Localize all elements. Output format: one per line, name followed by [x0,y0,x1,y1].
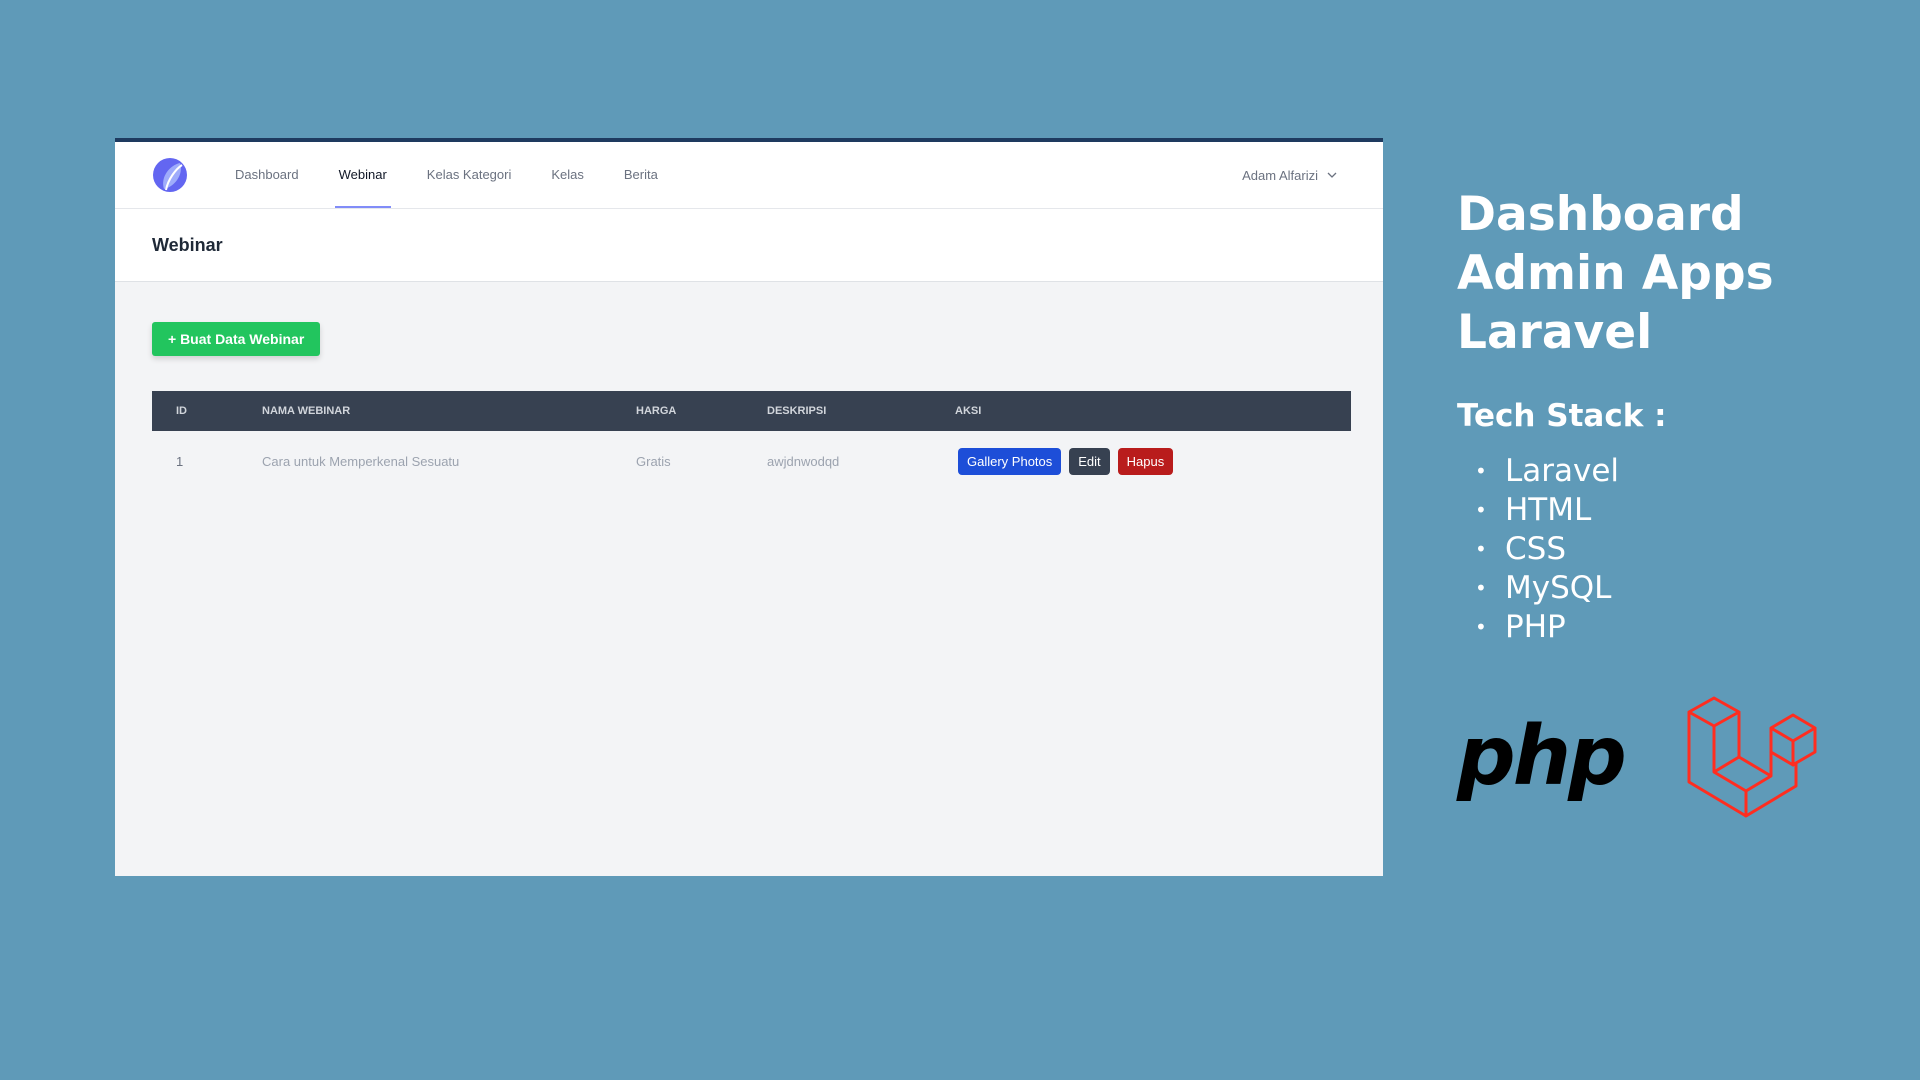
php-logo: php [1457,709,1627,804]
promo-title-line: Admin Apps [1457,246,1774,301]
header-nama-webinar: NAMA WEBINAR [262,405,351,417]
app-screenshot: Dashboard Webinar Kelas Kategori Kelas B… [115,138,1383,876]
tech-stack-item: MySQL [1457,569,1887,608]
promo-text: Dashboard Admin Apps Laravel Tech Stack … [1457,185,1887,647]
header-deskripsi: DESKRIPSI [767,405,827,417]
logo-icon[interactable] [152,157,188,193]
table-row: 1 Cara untuk Memperkenal Sesuatu Gratis … [152,431,1351,491]
user-menu[interactable]: Adam Alfarizi [1242,142,1338,208]
tech-stack-item: CSS [1457,530,1887,569]
laravel-logo-icon [1687,696,1817,818]
nav-item-dashboard[interactable]: Dashboard [231,142,303,208]
nav-item-kelas-kategori[interactable]: Kelas Kategori [423,142,516,208]
page-title: Webinar [152,234,223,255]
table-header-row: ID NAMA WEBINAR HARGA DESKRIPSI AKSI [152,391,1351,431]
promo-title-line: Laravel [1457,305,1653,360]
cell-nama: Cara untuk Memperkenal Sesuatu [262,453,460,469]
header-harga: HARGA [636,405,677,417]
tech-stack-item: Laravel [1457,452,1887,491]
header-aksi: AKSI [955,405,982,417]
promo-title-line: Dashboard [1457,187,1744,242]
webinar-table: ID NAMA WEBINAR HARGA DESKRIPSI AKSI 1 C… [152,391,1351,491]
create-webinar-button[interactable]: + Buat Data Webinar [152,322,321,356]
nav-links: Dashboard Webinar Kelas Kategori Kelas B… [231,142,694,208]
main-content: + Buat Data Webinar ID NAMA WEBINAR HARG… [115,282,1383,491]
page-header: Webinar [115,209,1383,282]
nav-item-berita[interactable]: Berita [620,142,662,208]
promo-title: Dashboard Admin Apps Laravel [1457,185,1887,362]
header-id: ID [176,405,187,417]
cell-aksi: Gallery Photos Edit Hapus [955,431,1351,491]
cell-deskripsi: awjdnwodqd [767,453,840,469]
tech-stack-item: HTML [1457,491,1887,530]
gallery-photos-button[interactable]: Gallery Photos [958,447,1062,475]
nav-item-webinar[interactable]: Webinar [334,142,391,208]
cell-id: 1 [176,453,184,469]
tech-stack-item: PHP [1457,608,1887,647]
tech-logos: php [1457,690,1818,824]
hapus-button[interactable]: Hapus [1117,447,1174,475]
top-navigation: Dashboard Webinar Kelas Kategori Kelas B… [115,142,1383,209]
cell-harga: Gratis [636,453,671,469]
edit-button[interactable]: Edit [1069,447,1110,475]
tech-stack-title: Tech Stack : [1457,398,1667,434]
nav-item-kelas[interactable]: Kelas [547,142,588,208]
chevron-down-icon [1327,172,1337,178]
tech-stack-list: Laravel HTML CSS MySQL PHP [1457,452,1887,647]
user-name: Adam Alfarizi [1242,167,1318,183]
